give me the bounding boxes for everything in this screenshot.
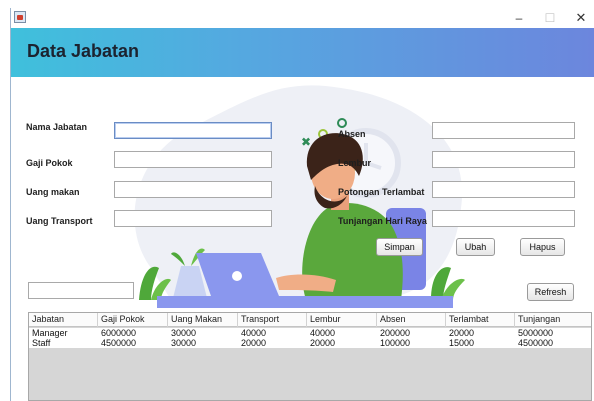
column-header[interactable]: Uang Makan [168,313,238,327]
potongan-terlambat-field[interactable] [432,181,575,198]
refresh-button[interactable]: Refresh [527,283,574,301]
column-header[interactable]: Gaji Pokok [98,313,168,327]
nama-jabatan-label: Nama Jabatan [26,122,88,132]
table-cell: Manager [32,328,68,338]
column-header[interactable]: Lembur [307,313,377,327]
close-icon[interactable]: ✕ [567,8,594,28]
uang-transport-label: Uang Transport [26,216,93,226]
column-header[interactable]: Terlambat [446,313,515,327]
simpan-button[interactable]: Simpan [376,238,423,256]
search-input[interactable] [28,282,134,299]
tunjangan-hari-raya-label: Tunjangan Hari Raya [338,216,427,226]
absen-field[interactable] [432,122,575,139]
table-cell: 40000 [241,328,267,338]
title-bar: – ☐ ✕ [11,8,594,28]
table-cell: 20000 [241,338,267,348]
lembur-field[interactable] [432,151,575,168]
java-app-icon [14,11,26,23]
uang-transport-field[interactable] [114,210,272,227]
table-cell: 40000 [310,328,336,338]
hapus-button[interactable]: Hapus [520,238,565,256]
page-title: Data Jabatan [27,41,140,61]
table-cell: 20000 [310,338,336,348]
table-cell: 15000 [449,338,475,348]
lembur-label: Lembur [338,158,372,168]
table-body: Manager 6000000 30000 40000 40000 200000… [29,328,591,348]
nama-jabatan-field[interactable] [114,122,272,139]
svg-text:✖: ✖ [301,135,311,149]
potongan-terlambat-label: Potongan Terlambat [338,187,425,197]
uang-makan-label: Uang makan [26,187,80,197]
gaji-pokok-label: Gaji Pokok [26,158,73,168]
minimize-icon[interactable]: – [505,8,533,28]
column-header[interactable]: Absen [377,313,446,327]
table-cell: Staff [32,338,51,348]
table-cell: 100000 [380,338,411,348]
table-cell: 6000000 [101,328,137,338]
data-table[interactable]: Jabatan Gaji Pokok Uang Makan Transport … [28,312,592,401]
table-cell: 4500000 [101,338,137,348]
absen-label: Absen [338,129,366,139]
table-cell: 20000 [449,328,475,338]
table-cell: 4500000 [518,338,554,348]
tunjangan-hari-raya-field[interactable] [432,210,575,227]
uang-makan-field[interactable] [114,181,272,198]
table-cell: 5000000 [518,328,554,338]
table-cell: 30000 [171,338,197,348]
table-row[interactable]: Manager 6000000 30000 40000 40000 200000… [29,328,591,338]
column-header[interactable]: Jabatan [29,313,98,327]
table-row[interactable]: Staff 4500000 30000 20000 20000 100000 1… [29,338,591,348]
table-header: Jabatan Gaji Pokok Uang Makan Transport … [29,313,591,327]
table-cell: 30000 [171,328,197,338]
ubah-button[interactable]: Ubah [456,238,495,256]
application-window: – ☐ ✕ Data Jabatan ✖ ✚ [10,8,594,401]
column-header[interactable]: Tunjangan [515,313,591,327]
table-cell: 200000 [380,328,411,338]
column-header[interactable]: Transport [238,313,307,327]
gaji-pokok-field[interactable] [114,151,272,168]
desk [157,296,453,308]
maximize-icon[interactable]: ☐ [536,8,564,28]
